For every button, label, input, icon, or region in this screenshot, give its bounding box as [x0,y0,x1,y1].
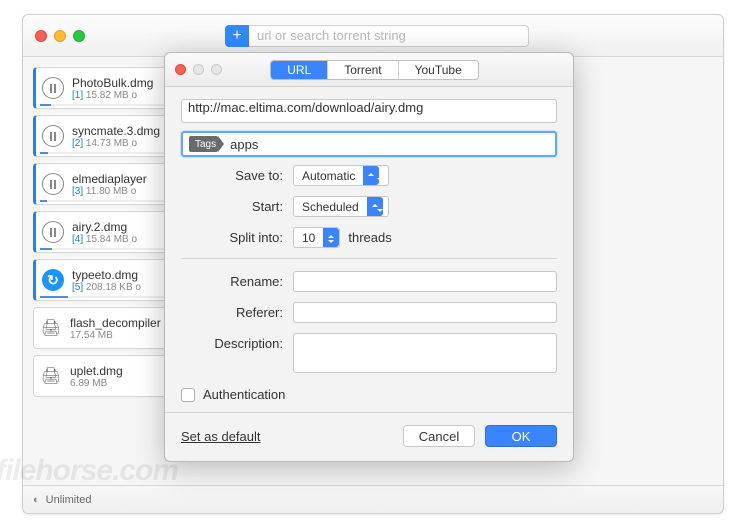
download-name: airy.2.dmg [72,220,176,234]
label-rename: Rename: [181,274,293,289]
download-meta: [2] 14.73 MB o [72,138,176,149]
download-meta: [4] 15.84 MB o [72,234,176,245]
tags-chip-icon: Tags [189,136,218,152]
authentication-checkbox[interactable] [181,388,195,402]
pause-icon[interactable] [42,173,64,195]
file-icon [40,317,62,339]
file-icon [40,365,62,387]
download-name: syncmate.3.dmg [72,124,176,138]
download-item[interactable]: elmediaplayer[3] 11.80 MB o [33,163,183,205]
maximize-window-button[interactable] [73,30,85,42]
download-item[interactable]: PhotoBulk.dmg[1] 15.82 MB o [33,67,183,109]
label-save-to: Save to: [181,168,293,183]
download-meta: [3] 11.80 MB o [72,186,176,197]
download-text: flash_decompiler17.54 MB [70,316,176,341]
add-download-sheet: URL Torrent YouTube http://mac.eltima.co… [164,52,574,462]
titlebar: + url or search torrent string [23,15,723,57]
download-item[interactable]: airy.2.dmg[4] 15.84 MB o [33,211,183,253]
chevron-updown-icon [363,166,379,185]
cancel-button[interactable]: Cancel [403,425,475,447]
sheet-body: http://mac.eltima.com/download/airy.dmg … [165,87,573,373]
download-item[interactable]: uplet.dmg6.89 MB [33,355,183,397]
rename-input[interactable] [293,271,557,292]
sheet-footer: Set as default Cancel OK [165,425,573,447]
download-meta: [5] 208.18 KB o [72,282,176,293]
statusbar-text: Unlimited [46,494,92,506]
download-item[interactable]: syncmate.3.dmg[2] 14.73 MB o [33,115,183,157]
label-start: Start: [181,199,293,214]
download-meta: [1] 15.82 MB o [72,90,176,101]
download-name: typeeto.dmg [72,268,176,282]
download-text: uplet.dmg6.89 MB [70,364,176,389]
sheet-close-button[interactable] [175,64,186,75]
download-text: elmediaplayer[3] 11.80 MB o [72,172,176,197]
download-item[interactable]: typeeto.dmg[5] 208.18 KB o [33,259,183,301]
minimize-window-button[interactable] [54,30,66,42]
download-meta: 6.89 MB [70,378,176,389]
sheet-minimize-button [193,64,204,75]
description-textarea[interactable] [293,333,557,373]
label-threads: threads [348,230,391,245]
chevron-updown-icon [323,228,339,247]
tab-torrent[interactable]: Torrent [328,61,398,79]
source-tabs: URL Torrent YouTube [270,60,479,80]
tab-url[interactable]: URL [271,61,328,79]
tags-input[interactable]: Tags apps [181,131,557,157]
speed-gauge-icon: ◐ [33,494,40,506]
tab-youtube[interactable]: YouTube [399,61,478,79]
retry-icon[interactable] [42,269,64,291]
set-as-default-link[interactable]: Set as default [181,429,261,444]
pause-icon[interactable] [42,221,64,243]
downloads-list: PhotoBulk.dmg[1] 15.82 MB o syncmate.3.dm… [23,57,183,485]
label-referer: Referer: [181,305,293,320]
download-name: elmediaplayer [72,172,176,186]
label-description: Description: [181,333,293,351]
split-threads-select[interactable]: 10 [293,227,340,248]
download-item[interactable]: flash_decompiler17.54 MB [33,307,183,349]
download-text: typeeto.dmg[5] 208.18 KB o [72,268,176,293]
add-download-button[interactable]: + [225,25,249,47]
download-text: syncmate.3.dmg[2] 14.73 MB o [72,124,176,149]
sheet-maximize-button [211,64,222,75]
ok-button[interactable]: OK [485,425,557,447]
save-to-select[interactable]: Automatic [293,165,389,186]
divider [165,412,573,413]
statusbar: ◐ Unlimited [23,485,723,513]
download-text: airy.2.dmg[4] 15.84 MB o [72,220,176,245]
download-name: flash_decompiler [70,316,176,330]
toolbar-search: + url or search torrent string [225,25,529,47]
download-text: PhotoBulk.dmg[1] 15.82 MB o [72,76,176,101]
auth-row: Authentication [165,383,573,412]
sheet-titlebar: URL Torrent YouTube [165,53,573,87]
pause-icon[interactable] [42,77,64,99]
search-input[interactable]: url or search torrent string [249,25,529,47]
url-input[interactable]: http://mac.eltima.com/download/airy.dmg [181,99,557,123]
tags-input-value: apps [230,137,258,152]
close-window-button[interactable] [35,30,47,42]
download-meta: 17.54 MB [70,330,176,341]
label-split-into: Split into: [181,230,293,245]
download-name: uplet.dmg [70,364,176,378]
start-select[interactable]: Scheduled [293,196,389,217]
download-name: PhotoBulk.dmg [72,76,176,90]
sheet-traffic-lights [175,64,222,75]
traffic-lights [35,30,85,42]
chevron-updown-icon [367,197,383,216]
pause-icon[interactable] [42,125,64,147]
label-authentication: Authentication [203,387,285,402]
referer-input[interactable] [293,302,557,323]
divider [181,258,557,259]
